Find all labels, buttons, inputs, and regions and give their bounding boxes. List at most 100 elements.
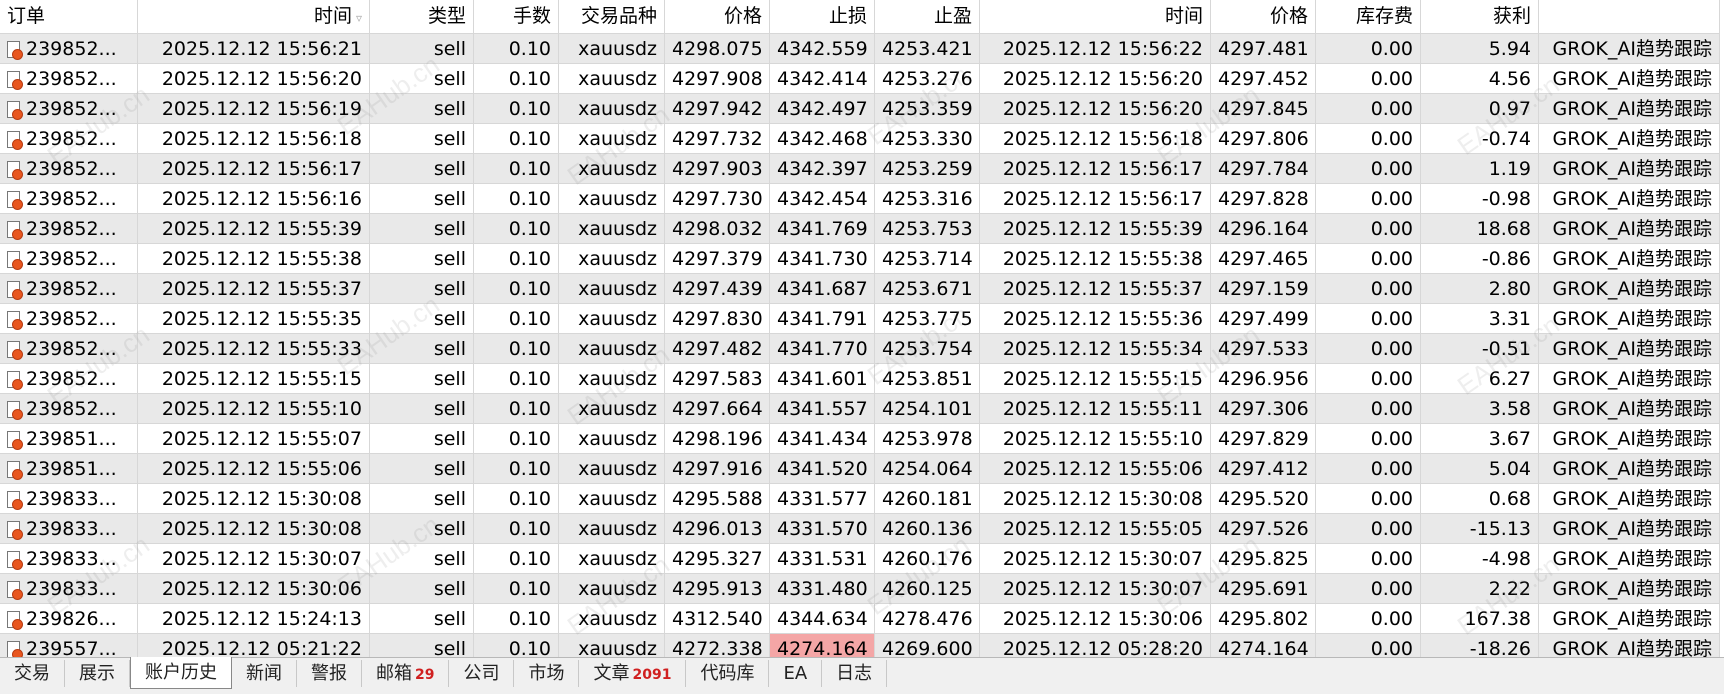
- tab-4[interactable]: 警报: [297, 660, 362, 687]
- cell-text: 239852...: [26, 218, 117, 240]
- cell-text: GROK_AI趋势跟踪: [1552, 368, 1712, 390]
- cell-text: 4297.730: [672, 188, 763, 210]
- column-header-open-time[interactable]: 时间 ▿: [138, 0, 370, 34]
- tab-10[interactable]: EA: [769, 660, 823, 687]
- column-header-close-price[interactable]: 价格: [1211, 0, 1316, 34]
- column-header-volume[interactable]: 手数: [474, 0, 559, 34]
- cell-order: 239852...: [0, 34, 138, 64]
- cell-order: 239852...: [0, 274, 138, 304]
- column-header-type[interactable]: 类型: [370, 0, 474, 34]
- table-row[interactable]: 239833... 2025.12.12 15:30:06 sell 0.10 xauu…: [0, 574, 1724, 604]
- cell-text: 4253.421: [882, 38, 973, 60]
- cell-text: 0.10: [508, 98, 551, 120]
- table-row[interactable]: 239833... 2025.12.12 15:30:07 sell 0.10 xauu…: [0, 544, 1724, 574]
- table-row[interactable]: 239851... 2025.12.12 15:55:07 sell 0.10 xauu…: [0, 424, 1724, 454]
- table-row[interactable]: 239852... 2025.12.12 15:56:16 sell 0.10 xauu…: [0, 184, 1724, 214]
- column-header-stop-loss[interactable]: 止损: [770, 0, 875, 34]
- column-header-profit[interactable]: 获利: [1421, 0, 1539, 34]
- table-row[interactable]: 239852... 2025.12.12 15:56:17 sell 0.10 xauu…: [0, 154, 1724, 184]
- cell-text: sell: [433, 248, 466, 270]
- cell-text: 2025.12.12 15:56:17: [1002, 188, 1203, 210]
- table-row[interactable]: 239852... 2025.12.12 15:56:19 sell 0.10 xauu…: [0, 94, 1724, 124]
- cell-text: 18.68: [1476, 218, 1531, 240]
- cell-open-time: 2025.12.12 15:56:21: [138, 34, 370, 64]
- cell-type: sell: [370, 394, 474, 424]
- cell-swap: 0.00: [1316, 544, 1421, 574]
- cell-text: -0.74: [1481, 128, 1531, 150]
- cell-text: 4297.583: [672, 368, 763, 390]
- column-header-close-time[interactable]: 时间: [980, 0, 1211, 34]
- cell-text: 0.10: [508, 428, 551, 450]
- table-row[interactable]: 239852... 2025.12.12 15:55:37 sell 0.10 xauu…: [0, 274, 1724, 304]
- cell-text: 4295.691: [1218, 578, 1309, 600]
- table-row[interactable]: 239852... 2025.12.12 15:55:39 sell 0.10 xauu…: [0, 214, 1724, 244]
- table-row[interactable]: 239852... 2025.12.12 15:55:15 sell 0.10 xauu…: [0, 364, 1724, 394]
- cell-open-time: 2025.12.12 15:30:08: [138, 484, 370, 514]
- cell-text: 4297.916: [672, 458, 763, 480]
- tab-7[interactable]: 市场: [514, 660, 580, 687]
- cell-text: 0.00: [1370, 188, 1413, 210]
- table-row[interactable]: 239833... 2025.12.12 15:30:08 sell 0.10 xauu…: [0, 514, 1724, 544]
- cell-volume: 0.10: [474, 484, 559, 514]
- cell-symbol: xauusdz: [559, 154, 665, 184]
- cell-open-price: 4298.196: [665, 424, 770, 454]
- cell-text: 4342.468: [777, 128, 868, 150]
- column-header-take-profit[interactable]: 止盈: [875, 0, 980, 34]
- cell-comment: GROK_AI趋势跟踪: [1539, 34, 1720, 64]
- column-header-symbol[interactable]: 交易品种: [559, 0, 665, 34]
- cell-text: 4297.533: [1218, 338, 1309, 360]
- cell-text: 239833...: [26, 578, 117, 600]
- table-row[interactable]: 239852... 2025.12.12 15:55:10 sell 0.10 xauu…: [0, 394, 1724, 424]
- column-header-order[interactable]: 订单: [0, 0, 138, 34]
- cell-swap: 0.00: [1316, 454, 1421, 484]
- column-header-comment[interactable]: [1539, 0, 1720, 34]
- sell-order-icon: [7, 431, 23, 450]
- cell-text: 4341.769: [777, 218, 868, 240]
- table-row[interactable]: 239852... 2025.12.12 15:55:33 sell 0.10 xauu…: [0, 334, 1724, 364]
- cell-text: 4278.476: [882, 608, 973, 630]
- tab-6[interactable]: 公司: [449, 660, 515, 687]
- cell-text: 4297.481: [1218, 38, 1309, 60]
- cell-text: 239833...: [26, 518, 117, 540]
- tab-2[interactable]: 账户历史: [130, 657, 232, 689]
- sell-order-icon: [7, 161, 23, 180]
- column-header-swap[interactable]: 库存费: [1316, 0, 1421, 34]
- table-row[interactable]: 239851... 2025.12.12 15:55:06 sell 0.10 xauu…: [0, 454, 1724, 484]
- cell-close-time: 2025.12.12 15:55:06: [980, 454, 1211, 484]
- table-row[interactable]: 239826... 2025.12.12 15:24:13 sell 0.10 xauu…: [0, 604, 1724, 634]
- table-row[interactable]: 239852... 2025.12.12 15:56:18 sell 0.10 xauu…: [0, 124, 1724, 154]
- tab-0[interactable]: 交易: [0, 660, 65, 687]
- cell-text: 4253.276: [882, 68, 973, 90]
- cell-volume: 0.10: [474, 544, 559, 574]
- table-row[interactable]: 239852... 2025.12.12 15:56:21 sell 0.10 xauu…: [0, 34, 1724, 64]
- cell-text: 0.97: [1488, 98, 1531, 120]
- tab-3[interactable]: 新闻: [232, 660, 297, 687]
- table-row[interactable]: 239852... 2025.12.12 15:56:20 sell 0.10 xauu…: [0, 64, 1724, 94]
- cell-symbol: xauusdz: [559, 394, 665, 424]
- cell-text: 4331.480: [777, 578, 868, 600]
- table-row[interactable]: 239833... 2025.12.12 15:30:08 sell 0.10 xauu…: [0, 484, 1724, 514]
- cell-text: xauusdz: [578, 548, 657, 570]
- cell-text: 0.00: [1370, 158, 1413, 180]
- tab-9[interactable]: 代码库: [686, 660, 770, 687]
- cell-text: xauusdz: [578, 398, 657, 420]
- cell-close-price: 4297.828: [1211, 184, 1316, 214]
- cell-stop-loss: 4344.634: [770, 604, 875, 634]
- sell-order-icon: [7, 581, 23, 600]
- cell-text: 2025.12.12 15:30:08: [1002, 488, 1203, 510]
- cell-text: 2025.12.12 15:55:38: [1002, 248, 1203, 270]
- tab-8[interactable]: 文章 2091: [579, 660, 687, 687]
- tab-5[interactable]: 邮箱 29: [362, 660, 450, 687]
- tab-label: 交易: [14, 663, 50, 684]
- table-row[interactable]: 239852... 2025.12.12 15:55:38 sell 0.10 xauu…: [0, 244, 1724, 274]
- tab-11[interactable]: 日志: [822, 660, 888, 687]
- cell-swap: 0.00: [1316, 214, 1421, 244]
- column-header-open-price[interactable]: 价格: [665, 0, 770, 34]
- cell-close-price: 4297.452: [1211, 64, 1316, 94]
- cell-type: sell: [370, 64, 474, 94]
- cell-comment: GROK_AI趋势跟踪: [1539, 184, 1720, 214]
- tab-1[interactable]: 展示: [65, 660, 130, 687]
- cell-text: sell: [433, 518, 466, 540]
- cell-text: 4260.125: [882, 578, 973, 600]
- table-row[interactable]: 239852... 2025.12.12 15:55:35 sell 0.10 xauu…: [0, 304, 1724, 334]
